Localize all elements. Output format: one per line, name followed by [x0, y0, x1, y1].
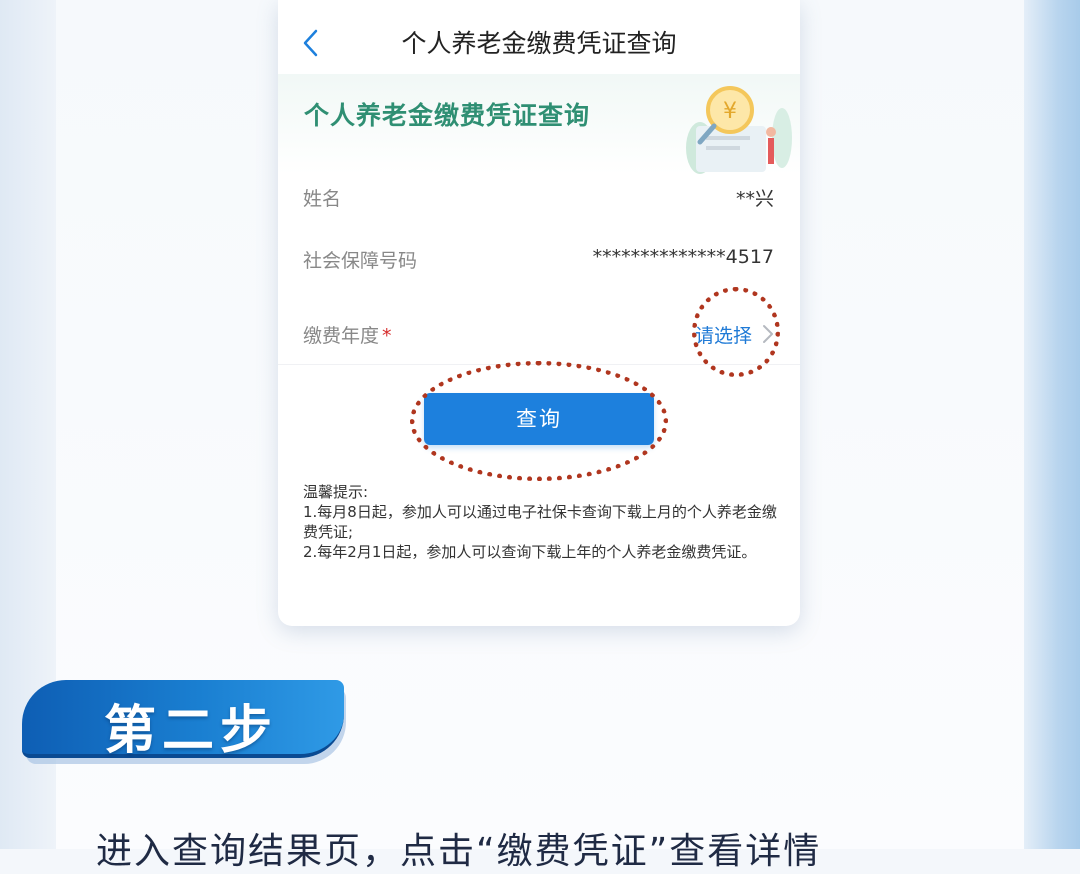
tips-line-2: 2.每年2月1日起，参加人可以查询下载上年的个人养老金缴费凭证。 [303, 543, 757, 561]
divider [278, 364, 800, 365]
name-label: 姓名 [303, 188, 342, 210]
page-background-right [1024, 0, 1080, 849]
banner: 个人养老金缴费凭证查询 ¥ [278, 74, 800, 174]
name-value: **兴 [735, 188, 774, 210]
phone-screenshot: 个人养老金缴费凭证查询 个人养老金缴费凭证查询 ¥ 姓名 **兴 社会保障号码 … [278, 0, 800, 626]
tips-line-1: 1.每月8日起，参加人可以通过电子社保卡查询下载上月的个人养老金缴费凭证; [303, 503, 777, 541]
step-banner: 第二步 [22, 680, 346, 764]
ssn-label: 社会保障号码 [303, 250, 418, 272]
step-label: 第二步 [104, 701, 279, 761]
coin-magnifier-illustration-icon: ¥ [686, 86, 792, 174]
required-star: * [382, 325, 392, 347]
payment-year-select[interactable]: 请选择 [695, 321, 752, 348]
banner-title: 个人养老金缴费凭证查询 [304, 101, 591, 130]
page-title: 个人养老金缴费凭证查询 [401, 29, 677, 58]
name-row: 姓名 **兴 [303, 176, 774, 216]
navbar: 个人养老金缴费凭证查询 [278, 0, 800, 75]
payment-year-label: 缴费年度 * [303, 321, 392, 348]
payment-year-row[interactable]: 缴费年度 * 请选择 [303, 313, 774, 353]
chevron-right-icon[interactable] [762, 324, 774, 344]
svg-text:¥: ¥ [723, 99, 737, 124]
query-button[interactable]: 查询 [424, 393, 654, 445]
payment-year-label-text: 缴费年度 [303, 325, 380, 347]
tips-title: 温馨提示: [303, 483, 369, 501]
step-caption: 进入查询结果页，点击“缴费凭证”查看详情 [96, 831, 822, 872]
tips: 温馨提示: 1.每月8日起，参加人可以通过电子社保卡查询下载上月的个人养老金缴费… [303, 482, 778, 562]
ssn-row: 社会保障号码 **************4517 [303, 238, 774, 278]
ssn-value: **************4517 [592, 246, 774, 268]
